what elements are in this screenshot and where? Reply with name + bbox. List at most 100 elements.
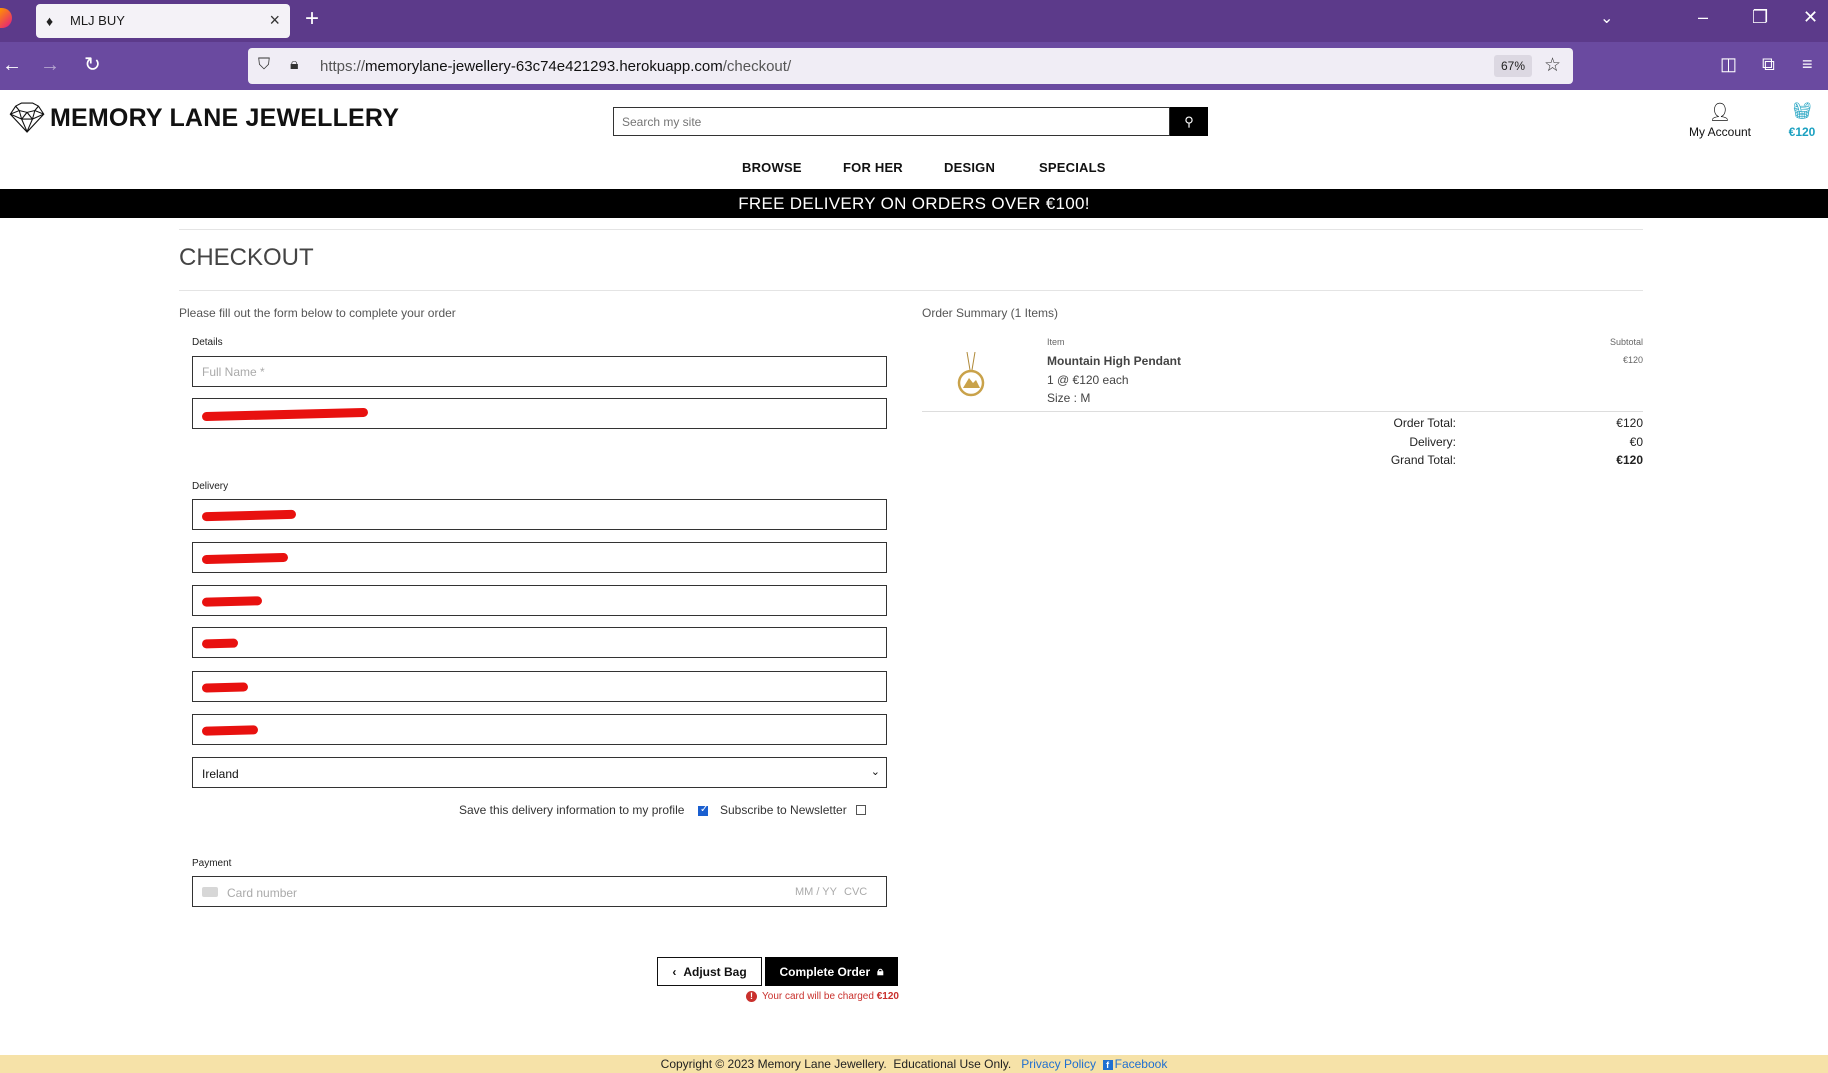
site-search [613,107,1170,136]
url-text[interactable]: https://memorylane-jewellery-63c74e42129… [320,58,791,75]
redaction-mark [201,407,369,422]
card-expiry-placeholder[interactable]: MM / YY [795,886,837,898]
complete-order-label: Complete Order [779,964,871,979]
redaction-mark [201,682,249,693]
new-tab-icon[interactable]: + [305,6,319,32]
browser-nav-bar: ← → ↻ ⛉ 🔒︎ https://memorylane-jewellery-… [0,42,1828,90]
street-address-1-field[interactable] [192,542,887,573]
browser-tab-bar: ♦ MLJ BUY × + ⌄ – ❐ ✕ [0,0,1828,42]
adjust-bag-button[interactable]: ‹ Adjust Bag [657,957,762,986]
reload-icon[interactable]: ↻ [84,54,101,76]
lock-icon[interactable]: 🔒︎ [290,56,299,74]
diamond-logo-icon[interactable]: 💎︎ [8,102,46,136]
page-title: CHECKOUT [179,244,314,271]
newsletter-checkbox[interactable] [856,805,866,815]
details-legend: Details [192,337,223,348]
search-button[interactable]: ⚲ [1170,107,1208,136]
brand-logo[interactable]: MEMORY LANE JEWELLERY [50,104,399,133]
lock-icon: 🔒︎ [877,964,884,978]
item-quantity: 1 @ €120 each [1047,373,1129,387]
pendant-image[interactable] [956,352,986,398]
order-total-label: Order Total: [1393,416,1456,430]
charge-amount: €120 [876,991,899,1002]
copyright-text: Copyright © 2023 Memory Lane Jewellery. [660,1057,887,1071]
charge-note-text: Your card will be charged [762,991,874,1002]
forward-icon[interactable]: → [40,54,60,76]
item-size: Size : M [1047,391,1091,405]
county-field[interactable] [192,671,887,702]
item-name: Mountain High Pendant [1047,354,1181,368]
credit-card-icon [202,887,218,897]
delivery-legend: Delivery [192,481,229,492]
payment-legend: Payment [192,858,232,869]
facebook-link-label: Facebook [1114,1057,1168,1071]
site-footer: Copyright © 2023 Memory Lane Jewellery. … [0,1055,1828,1073]
address-bar[interactable]: ⛉ 🔒︎ https://memorylane-jewellery-63c74e… [248,48,1573,84]
delivery-cost-label: Delivery: [1409,435,1456,449]
checkout-intro: Please fill out the form below to comple… [179,306,456,320]
chevron-left-icon: ‹ [672,964,677,979]
account-label: My Account [1688,125,1752,139]
delivery-cost-value: €0 [1629,435,1643,449]
postcode-field[interactable] [192,714,887,745]
facebook-link[interactable]: f Facebook [1102,1057,1168,1071]
charge-warning: ! Your card will be charged €120 [746,991,899,1002]
restore-window-icon[interactable]: ❐ [1752,6,1768,28]
redaction-mark [201,725,259,736]
my-account-link[interactable]: 👤︎ My Account [1682,102,1758,139]
shopping-bag-link[interactable]: 🧺︎ €120 [1778,102,1826,139]
save-info-checkbox[interactable] [698,804,708,816]
list-tabs-chevron-icon[interactable]: ⌄ [1600,8,1613,28]
newsletter-label: Subscribe to Newsletter [720,803,847,817]
zoom-level[interactable]: 67% [1494,55,1532,77]
nav-for-her[interactable]: FOR HER [843,160,903,175]
educational-note: Educational Use Only. [893,1057,1012,1071]
phone-field[interactable] [192,499,887,530]
facebook-icon: f [1102,1060,1113,1070]
full-name-input[interactable] [193,357,886,386]
email-field[interactable] [192,398,887,429]
town-city-field[interactable] [192,627,887,658]
country-select[interactable]: Ireland ⌄ [192,757,887,788]
card-cvc-placeholder[interactable]: CVC [844,886,867,898]
nav-browse[interactable]: BROWSE [742,160,802,175]
bag-total: €120 [1788,125,1816,139]
firefox-icon[interactable] [0,8,12,28]
subtotal-column-header: Subtotal [1609,337,1643,347]
delivery-banner: FREE DELIVERY ON ORDERS OVER €100! [0,189,1828,218]
item-column-header: Item [1047,337,1065,347]
street-address-2-field[interactable] [192,585,887,616]
grand-total-label: Grand Total: [1390,453,1456,467]
divider [179,290,1643,291]
nav-design[interactable]: DESIGN [944,160,995,175]
nav-specials[interactable]: SPECIALS [1039,160,1106,175]
pocket-icon[interactable]: ◫ [1720,54,1737,75]
menu-icon[interactable]: ≡ [1802,54,1813,75]
minimize-window-icon[interactable]: – [1698,6,1708,28]
complete-order-button[interactable]: Complete Order 🔒︎ [765,957,898,986]
divider [179,229,1643,230]
card-element[interactable]: Card number MM / YY CVC [192,876,887,907]
search-input[interactable] [614,108,1169,135]
redaction-mark [201,552,289,565]
bookmark-star-icon[interactable]: ☆ [1544,54,1561,77]
redaction-mark [201,509,297,522]
close-tab-icon[interactable]: × [269,10,280,30]
chevron-down-icon: ⌄ [870,766,880,778]
shield-icon[interactable]: ⛉ [258,56,270,74]
close-window-icon[interactable]: ✕ [1803,6,1818,28]
tab-title: MLJ BUY [70,13,125,28]
basket-icon: 🧺︎ [1791,103,1813,120]
privacy-policy-link[interactable]: Privacy Policy [1021,1057,1096,1071]
order-summary-title: Order Summary (1 Items) [922,306,1059,320]
extensions-icon[interactable]: ⧉ [1762,54,1775,75]
full-name-field [192,356,887,387]
save-info-label: Save this delivery information to my pro… [459,803,685,817]
browser-tab-active[interactable]: ♦ MLJ BUY × [36,4,290,38]
account-icon: 👤︎ [1708,102,1732,122]
card-number-placeholder[interactable]: Card number [227,886,297,900]
redaction-mark [201,638,239,649]
back-icon[interactable]: ← [2,54,22,76]
order-total-value: €120 [1616,416,1643,430]
adjust-bag-label: Adjust Bag [683,964,747,979]
